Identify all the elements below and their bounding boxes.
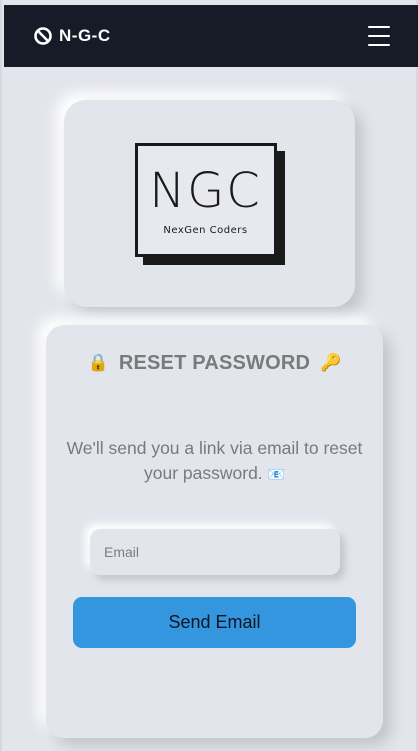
brand-name: N-G-C bbox=[59, 26, 111, 45]
envelope-icon: 📧 bbox=[267, 465, 285, 482]
brand-link[interactable]: N-G-C bbox=[32, 25, 111, 47]
form-description: We'll send you a link via email to reset… bbox=[58, 436, 371, 485]
email-input[interactable] bbox=[90, 529, 340, 575]
logo-subtitle: NexGen Coders bbox=[163, 225, 248, 236]
top-navbar: N-G-C bbox=[4, 5, 418, 67]
ngc-logo: NGC NexGen Coders bbox=[134, 142, 285, 265]
send-email-button[interactable]: Send Email bbox=[73, 597, 356, 648]
key-icon: 🔑 bbox=[320, 353, 342, 373]
form-title-text: RESET PASSWORD bbox=[118, 352, 311, 374]
logo-card: NGC NexGen Coders bbox=[64, 100, 355, 307]
logo-title: NGC bbox=[149, 163, 262, 219]
reset-password-card: 🔒 RESET PASSWORD 🔑 We'll send you a link… bbox=[46, 325, 383, 738]
ngc-logo-icon bbox=[34, 27, 52, 45]
form-title: 🔒 RESET PASSWORD 🔑 bbox=[46, 352, 383, 375]
lock-icon: 🔒 bbox=[87, 353, 109, 373]
hamburger-menu-icon[interactable] bbox=[368, 26, 390, 46]
reset-password-page: N-G-C NGC NexGen Coders 🔒 RESET PASSWORD… bbox=[0, 0, 418, 751]
form-description-text: We'll send you a link via email to reset… bbox=[66, 438, 363, 483]
